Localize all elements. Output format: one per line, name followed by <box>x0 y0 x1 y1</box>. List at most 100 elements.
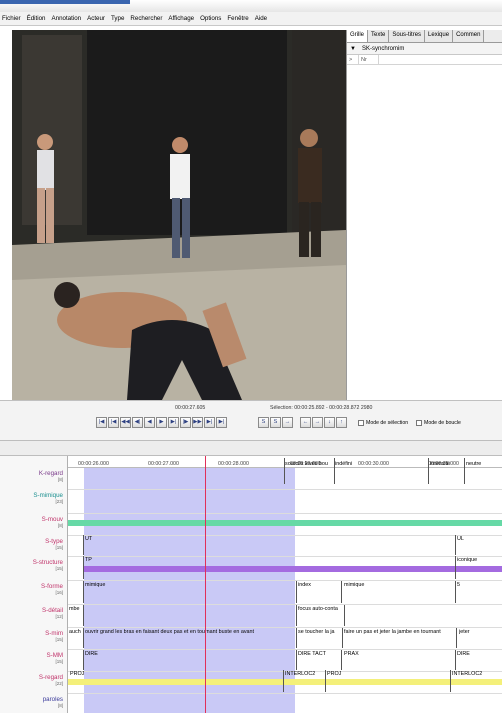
tier-label-s-detail[interactable]: S-détail [12] <box>0 607 66 619</box>
tab-sous-titres[interactable]: Sous-titres <box>389 30 426 42</box>
menu-options[interactable]: Options <box>200 15 221 22</box>
video-viewer[interactable] <box>12 30 346 400</box>
annotation[interactable]: PROJ <box>70 670 100 678</box>
previous-step-icon[interactable]: ◀| <box>132 417 143 428</box>
tier-label-s-mouv[interactable]: S-mouv [8] <box>0 516 66 528</box>
selection-range: Sélection: 00:00:25.892 - 00:00:28.872 2… <box>270 405 373 411</box>
annotation[interactable]: 5 <box>457 581 487 589</box>
grid-panel: Grille Texte Sous-titres Lexique Commen … <box>346 30 502 400</box>
regard-bar[interactable] <box>68 679 502 685</box>
arrow-left-icon[interactable]: ← <box>300 417 311 428</box>
annotation[interactable]: iconique <box>457 556 497 564</box>
annotation[interactable]: focus auto-conta <box>298 605 344 613</box>
tab-lexique[interactable]: Lexique <box>425 30 454 42</box>
current-time: 00:00:27.605 <box>175 405 206 411</box>
tab-texte[interactable]: Texte <box>368 30 390 42</box>
tier-label-s-structure[interactable]: S-structure [15] <box>0 559 66 571</box>
tier-separator <box>68 513 502 514</box>
tier-label-s-forme[interactable]: S-forme [16] <box>0 583 66 595</box>
go-to-end-icon[interactable]: ▶| <box>216 417 227 428</box>
menu-fichier[interactable]: Fichier <box>2 15 21 22</box>
menu-rechercher[interactable]: Rechercher <box>130 15 162 22</box>
previous-frame-icon[interactable]: ◀◀ <box>120 417 131 428</box>
tier-separator <box>68 693 502 694</box>
tab-grille[interactable]: Grille <box>347 30 369 42</box>
annotation[interactable]: DIRE TACT <box>298 650 338 658</box>
annotation[interactable]: ouvrir grand les bras en faisant deux pa… <box>85 628 277 636</box>
annotation[interactable]: jeter <box>459 628 489 636</box>
tier-separator <box>68 535 502 536</box>
menu-aide[interactable]: Aide <box>255 15 267 22</box>
annotation[interactable]: UT <box>85 535 125 543</box>
tier-label-s-mim[interactable]: S-mim [15] <box>0 630 66 642</box>
next-step-icon[interactable]: |▶ <box>180 417 191 428</box>
annotation[interactable]: mbe <box>69 605 83 613</box>
annotation[interactable]: auch <box>69 628 83 636</box>
annotation[interactable]: mimique <box>344 581 384 589</box>
column-header-nr[interactable]: Nr <box>359 54 379 65</box>
menu-acteur[interactable]: Acteur <box>87 15 105 22</box>
arrow-up-icon[interactable]: ↑ <box>336 417 347 428</box>
back-icon[interactable]: ◀ <box>144 417 155 428</box>
tier-dropdown[interactable]: ▼ SK-synchromim <box>347 43 502 55</box>
tick-label: 00:00:28.000 <box>218 461 249 467</box>
checkbox-icon <box>358 420 364 426</box>
forward-icon[interactable]: ▶| <box>168 417 179 428</box>
next-frame-icon[interactable]: ▶▶ <box>192 417 203 428</box>
annotation[interactable]: index <box>298 581 338 589</box>
menu-type[interactable]: Type <box>111 15 124 22</box>
tab-commentaires[interactable]: Commen <box>453 30 485 42</box>
media-controls: 00:00:27.605 Sélection: 00:00:25.892 - 0… <box>0 400 502 440</box>
next-second-icon[interactable]: ▶| <box>204 417 215 428</box>
annotation[interactable]: sourcils levés bou <box>285 460 333 468</box>
tier-label-s-mm[interactable]: S-MM [15] <box>0 652 66 664</box>
annotation[interactable]: TP <box>85 556 125 564</box>
annotation[interactable]: intensité <box>430 460 460 468</box>
selection-mode-checkbox[interactable]: Mode de sélection <box>358 420 408 426</box>
tier-separator <box>68 649 502 650</box>
overview-ruler[interactable] <box>0 440 502 456</box>
play-icon[interactable]: ▶ <box>156 417 167 428</box>
tier-label-s-regard[interactable]: S-regard [22] <box>0 674 66 686</box>
annotation[interactable]: mimique <box>85 581 165 589</box>
annotation-timeline[interactable]: 00:00:26.000 00:00:27.000 00:00:28.000 0… <box>0 456 502 713</box>
mouv-bar[interactable] <box>68 520 502 526</box>
tier-label-s-type[interactable]: S-type [15] <box>0 538 66 550</box>
menu-fenetre[interactable]: Fenêtre <box>227 15 248 22</box>
selection-end-icon[interactable]: → <box>282 417 293 428</box>
tick-label: 00:00:26.000 <box>78 461 109 467</box>
tier-label-k-regard[interactable]: K-regard [8] <box>0 470 66 482</box>
annotation[interactable]: indéfini <box>335 460 375 468</box>
arrow-right-icon[interactable]: → <box>312 417 323 428</box>
annotation[interactable]: PROJ <box>327 670 357 678</box>
chevron-down-icon[interactable]: ▼ <box>347 46 359 52</box>
selection-buttons: S S → <box>258 417 294 428</box>
playhead-cursor[interactable] <box>205 456 206 713</box>
row-marker-icon: > <box>347 54 359 65</box>
arrow-down-icon[interactable]: ↓ <box>324 417 335 428</box>
structure-bar[interactable] <box>84 566 502 572</box>
menu-annotation[interactable]: Annotation <box>52 15 82 22</box>
tier-label-paroles[interactable]: paroles [8] <box>0 696 66 708</box>
annotation[interactable]: PRAX <box>344 650 384 658</box>
go-to-begin-icon[interactable]: |◀ <box>96 417 107 428</box>
tier-separator <box>68 556 502 557</box>
tier-separator <box>68 489 502 490</box>
annotation[interactable]: faire un pas et jeter la jambe en tourna… <box>344 628 454 636</box>
play-selection-icon[interactable]: S <box>258 417 269 428</box>
clear-selection-icon[interactable]: S <box>270 417 281 428</box>
annotation[interactable]: neutre <box>466 460 500 468</box>
menu-edition[interactable]: Édition <box>27 15 46 22</box>
loop-mode-checkbox[interactable]: Mode de boucle <box>416 420 461 426</box>
checkbox-icon <box>416 420 422 426</box>
annotation[interactable]: UL <box>457 535 487 543</box>
tier-label-s-mimique[interactable]: S-mimique [23] <box>0 492 66 504</box>
annotation[interactable]: se toucher la ja <box>298 628 342 636</box>
selection-highlight <box>84 468 295 713</box>
menu-affichage[interactable]: Affichage <box>168 15 194 22</box>
annotation[interactable]: INTERLOC2 <box>452 670 498 678</box>
annotation[interactable]: DIRE <box>85 650 125 658</box>
annotation[interactable]: DIRE <box>457 650 497 658</box>
previous-second-icon[interactable]: |◀ <box>108 417 119 428</box>
annotation[interactable]: INTERLOC2 <box>285 670 325 678</box>
